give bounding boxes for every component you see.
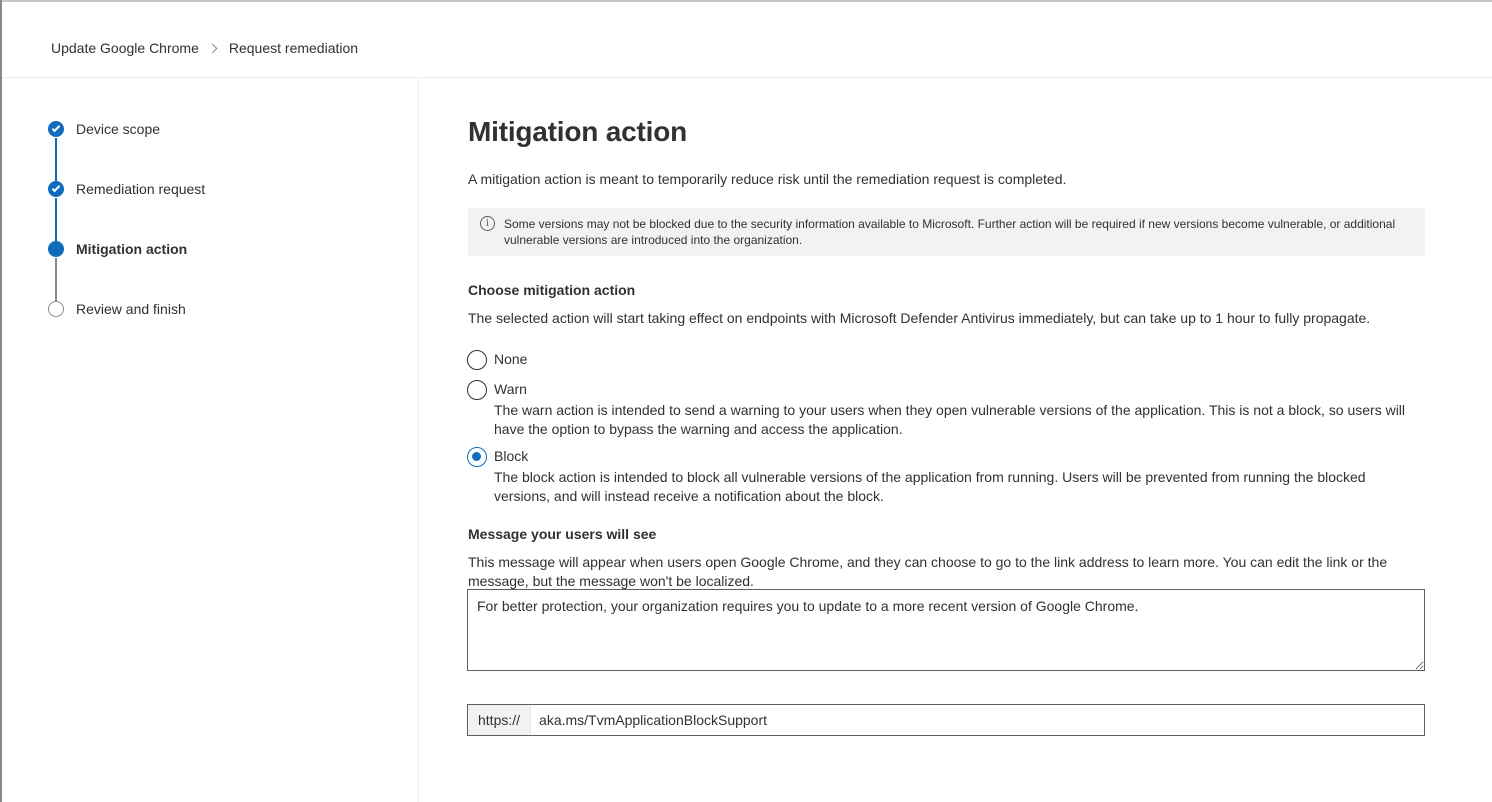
window-top-border — [0, 0, 1492, 2]
user-message-textarea[interactable]: For better protection, your organization… — [467, 589, 1425, 671]
window-left-border — [0, 0, 2, 802]
radio-none[interactable] — [467, 350, 487, 370]
message-description: This message will appear when users open… — [468, 554, 1388, 589]
step-label: Remediation request — [76, 181, 206, 197]
step-device-scope[interactable]: Device scope — [48, 121, 160, 137]
radio-label-block: Block — [494, 448, 529, 464]
pending-step-icon — [48, 301, 64, 317]
current-step-icon — [48, 241, 64, 257]
radio-description-warn: The warn action is intended to send a wa… — [494, 402, 1406, 437]
step-review-and-finish[interactable]: Review and finish — [48, 301, 186, 317]
radio-option-warn[interactable]: Warn — [467, 380, 527, 400]
breadcrumb-item-request-remediation[interactable]: Request remediation — [229, 40, 358, 56]
step-label: Mitigation action — [76, 241, 188, 257]
radio-label-none: None — [494, 351, 528, 367]
link-address-input[interactable] — [531, 705, 1424, 735]
step-label: Review and finish — [76, 301, 186, 317]
sidebar-divider — [418, 78, 419, 802]
radio-option-none[interactable]: None — [467, 350, 527, 370]
info-message-bar: i Some versions may not be blocked due t… — [468, 208, 1425, 256]
step-remediation-request[interactable]: Remediation request — [48, 181, 205, 197]
breadcrumb: Update Google Chrome Request remediation — [51, 40, 358, 56]
message-title: Message your users will see — [468, 526, 657, 542]
step-connector-3 — [55, 258, 57, 302]
step-connector-1 — [55, 138, 57, 182]
radio-description-block: The block action is intended to block al… — [494, 469, 1366, 504]
choose-mitigation-description: The selected action will start taking ef… — [468, 310, 1371, 326]
info-icon: i — [480, 216, 495, 231]
radio-label-warn: Warn — [494, 381, 527, 397]
step-connector-2 — [55, 198, 57, 242]
info-message-text: Some versions may not be blocked due to … — [504, 217, 1396, 247]
choose-mitigation-title: Choose mitigation action — [468, 282, 636, 298]
intro-text: A mitigation action is meant to temporar… — [468, 171, 1067, 187]
step-mitigation-action[interactable]: Mitigation action — [48, 241, 187, 257]
radio-option-block[interactable]: Block — [467, 447, 528, 467]
radio-warn[interactable] — [467, 380, 487, 400]
radio-block[interactable] — [467, 447, 487, 467]
chevron-right-icon — [207, 43, 218, 53]
breadcrumb-item-update-google-chrome[interactable]: Update Google Chrome — [51, 40, 199, 56]
step-label: Device scope — [76, 121, 161, 137]
checkmark-icon — [48, 181, 64, 197]
header-divider — [2, 77, 1492, 78]
link-address-field: https:// — [467, 704, 1425, 736]
checkmark-icon — [48, 121, 64, 137]
page-title: Mitigation action — [468, 116, 688, 147]
url-prefix: https:// — [468, 705, 532, 735]
